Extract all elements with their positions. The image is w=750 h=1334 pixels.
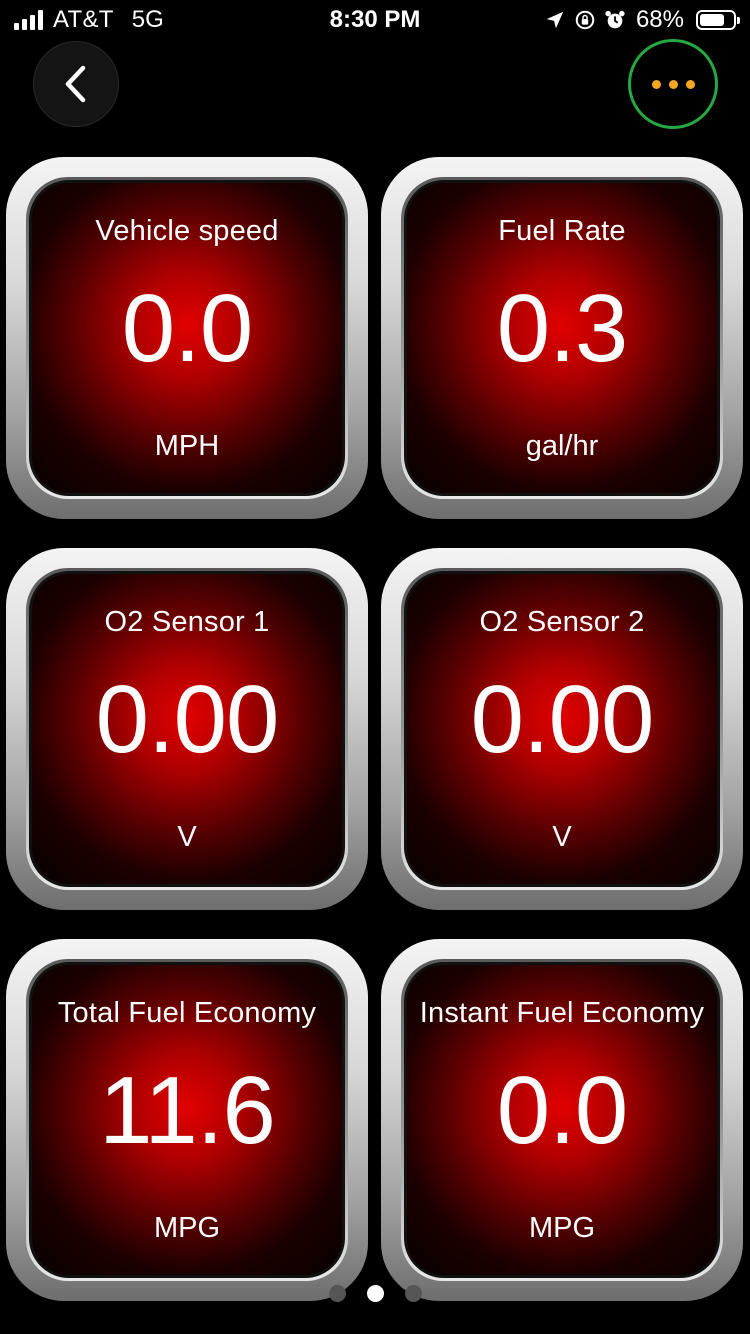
gauge-unit: MPG xyxy=(528,1212,596,1244)
gauge-face: Instant Fuel Economy 0.0 MPG xyxy=(404,962,720,1278)
back-button[interactable] xyxy=(33,41,119,127)
gauge-value: 0.3 xyxy=(496,275,628,382)
more-dots-icon xyxy=(651,79,695,89)
page-dot-2[interactable] xyxy=(366,1285,384,1302)
page-dot-3[interactable] xyxy=(404,1285,422,1302)
gauge-value: 0.0 xyxy=(121,275,253,382)
gauge-unit: gal/hr xyxy=(525,430,599,462)
page-indicator[interactable] xyxy=(0,1285,750,1302)
gauge-face: Total Fuel Economy 11.6 MPG xyxy=(29,962,345,1278)
gauge-unit: V xyxy=(552,821,572,853)
gauge-face: O2 Sensor 2 0.00 V xyxy=(404,571,720,887)
gauge-face: Vehicle speed 0.0 MPH xyxy=(29,180,345,496)
battery-icon xyxy=(696,10,740,30)
page-dot-1[interactable] xyxy=(328,1285,346,1302)
gauge-tile-instant-fuel-economy[interactable]: Instant Fuel Economy 0.0 MPG xyxy=(381,939,743,1301)
rotation-lock-icon xyxy=(575,10,595,30)
gauge-title: Instant Fuel Economy xyxy=(419,997,705,1029)
alarm-icon xyxy=(605,10,625,29)
gauge-tile-o2-sensor-1[interactable]: O2 Sensor 1 0.00 V xyxy=(6,548,368,910)
location-icon xyxy=(546,11,564,29)
gauge-unit: MPH xyxy=(154,430,220,462)
gauge-title: O2 Sensor 1 xyxy=(104,606,270,638)
gauge-title: Fuel Rate xyxy=(498,215,626,247)
gauge-value: 0.00 xyxy=(95,666,280,773)
status-right: 68% xyxy=(544,6,740,34)
gauge-face: Fuel Rate 0.3 gal/hr xyxy=(404,180,720,496)
gauge-title: O2 Sensor 2 xyxy=(479,606,645,638)
battery-percent: 68% xyxy=(635,6,684,33)
gauge-value: 0.0 xyxy=(496,1057,628,1164)
gauge-tile-o2-sensor-2[interactable]: O2 Sensor 2 0.00 V xyxy=(381,548,743,910)
gauge-title: Total Fuel Economy xyxy=(57,997,317,1029)
more-options-button[interactable] xyxy=(628,39,718,129)
gauge-value: 0.00 xyxy=(470,666,655,773)
gauge-tile-vehicle-speed[interactable]: Vehicle speed 0.0 MPH xyxy=(6,157,368,519)
status-bar: AT&T 5G 8:30 PM 68% xyxy=(0,0,750,40)
chevron-left-icon xyxy=(65,65,86,103)
gauge-face: O2 Sensor 1 0.00 V xyxy=(29,571,345,887)
gauge-tile-fuel-rate[interactable]: Fuel Rate 0.3 gal/hr xyxy=(381,157,743,519)
gauge-unit: V xyxy=(177,821,197,853)
gauge-tile-total-fuel-economy[interactable]: Total Fuel Economy 11.6 MPG xyxy=(6,939,368,1301)
gauge-unit: MPG xyxy=(153,1212,221,1244)
gauge-title: Vehicle speed xyxy=(95,215,279,247)
gauge-value: 11.6 xyxy=(99,1057,276,1164)
